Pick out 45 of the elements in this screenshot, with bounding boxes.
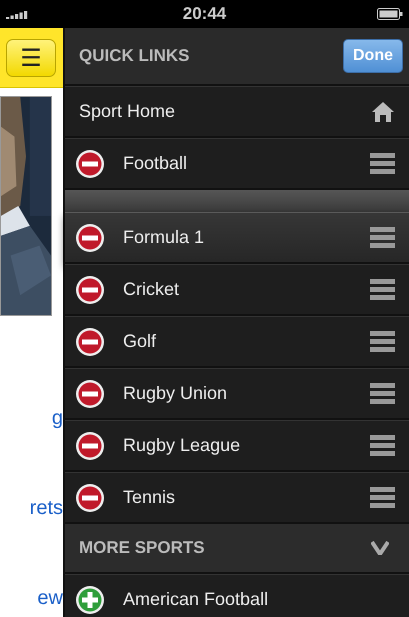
sport-row[interactable]: Rugby League [65,420,409,472]
remove-icon[interactable] [75,326,105,356]
drag-handle-icon[interactable] [370,153,395,174]
sport-label: American Football [123,589,270,610]
signal-icon [6,9,28,19]
sport-label: Football [123,153,188,174]
sport-row[interactable]: Rugby Union [65,368,409,420]
sport-label: Rugby Union [123,383,228,404]
drag-handle-icon[interactable] [370,383,395,404]
sport-row[interactable]: Formula 1 [65,212,409,264]
remove-icon[interactable] [75,482,105,512]
add-icon[interactable] [75,584,105,614]
article-link[interactable]: rets [30,496,63,520]
drag-handle-icon[interactable] [370,331,395,352]
article-link[interactable]: g [52,406,63,430]
sport-row[interactable]: American Football [65,574,409,617]
sport-row[interactable]: Football [65,138,409,190]
sport-label: Rugby League [123,435,242,456]
remove-icon[interactable] [75,148,105,178]
drag-handle-icon[interactable] [370,487,395,508]
battery-icon [377,8,403,20]
remove-icon[interactable] [75,430,105,460]
article-link[interactable]: ew [37,586,63,610]
section-title: QUICK LINKS [79,46,190,66]
sport-label: Formula 1 [123,227,206,248]
remove-icon[interactable] [75,222,105,252]
menu-button[interactable]: ☰ [6,38,56,76]
sport-row[interactable]: Cricket [65,264,409,316]
sport-row[interactable]: Golf [65,316,409,368]
drag-handle-icon[interactable] [370,279,395,300]
more-sports-header[interactable]: MORE SPORTS [65,524,409,574]
home-row[interactable]: Sport Home [65,86,409,138]
sport-row[interactable]: Tennis [65,472,409,524]
drag-handle-icon[interactable] [370,227,395,248]
status-time: 20:44 [182,4,226,24]
sport-label: Golf [123,331,158,352]
remove-icon[interactable] [75,274,105,304]
section-title: MORE SPORTS [79,538,205,558]
drag-handle-icon[interactable] [370,435,395,456]
home-icon [371,100,395,122]
home-label: Sport Home [78,101,176,122]
remove-icon[interactable] [75,378,105,408]
chevron-icon[interactable] [371,541,389,555]
sport-label: Tennis [123,487,176,508]
sport-label: Cricket [123,279,180,300]
